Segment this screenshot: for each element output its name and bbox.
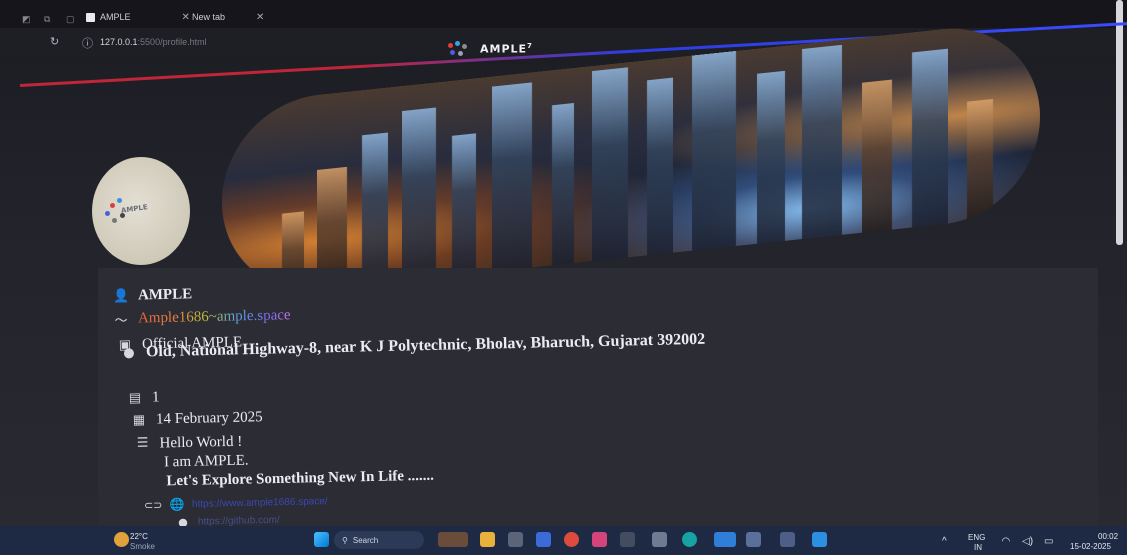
location-pin-icon: ● [123, 345, 135, 361]
tab-ample[interactable]: AMPLE ✕ [86, 8, 190, 26]
calendar-icon: ▦ [132, 412, 146, 428]
url-path: :5500/profile.html [137, 37, 207, 47]
screen: ◩ ⧉ ▢ AMPLE ✕ New tab ✕ ↻ ⓘ 127.0.0.1:55… [0, 0, 1127, 555]
chrome-icon[interactable] [564, 532, 579, 547]
profile-bio-row: ☰ Hello World ! I am AMPLE. Let's Explor… [133, 430, 435, 491]
language-code[interactable]: ENG [968, 533, 985, 542]
website-link[interactable]: https://www.ample1686.space/ [192, 496, 328, 510]
profile-count: 1 [151, 389, 160, 406]
url-host: 127.0.0.1 [100, 37, 138, 47]
profile-name-row: 👤 AMPLE [112, 286, 193, 305]
reload-icon[interactable]: ↻ [50, 35, 59, 48]
text-lines-icon: ☰ [136, 435, 149, 451]
profile-bio: Hello World ! I am AMPLE. Let's Explore … [159, 430, 434, 491]
tab-label: New tab [192, 12, 226, 22]
taskbar-search[interactable]: ⚲ Search [334, 531, 424, 549]
favicon-icon [86, 12, 95, 22]
vscode-icon[interactable] [812, 532, 827, 547]
wave-icon: 〜 [114, 313, 128, 329]
profile-avatar[interactable]: AMPLE [92, 157, 190, 265]
tab-actions-icon[interactable]: ⧉ [44, 14, 50, 25]
os-taskbar: 22°C Smoke ⚲ Search ^ ENG IN ◜◝ ◁) ▭ 00:… [0, 526, 1127, 555]
site-info-icon[interactable]: ⓘ [82, 35, 93, 51]
profile-date: 14 February 2025 [155, 409, 263, 428]
brand-name: AMPLE7 [480, 42, 533, 56]
teams-icon[interactable] [714, 532, 736, 547]
profile-handle-row: 〜 Ample1686~ample.space [112, 306, 291, 329]
tab-new[interactable]: New tab ✕ [192, 8, 264, 26]
wifi-icon[interactable]: ◜◝ [1002, 536, 1010, 547]
battery-icon[interactable]: ▭ [1044, 536, 1053, 547]
tray-chevron-icon[interactable]: ^ [942, 536, 947, 547]
profile-date-row: ▦ 14 February 2025 [130, 409, 263, 429]
weather-icon[interactable] [114, 532, 129, 547]
link-icon: ⊂⊃ [143, 498, 163, 512]
start-icon[interactable] [314, 532, 329, 547]
volume-icon[interactable]: ◁) [1022, 536, 1033, 547]
profile-name: AMPLE [137, 286, 193, 304]
avatar-logo-text: AMPLE [120, 203, 149, 215]
stats-icon: ▤ [128, 390, 142, 406]
globe-icon: 🌐 [169, 497, 185, 512]
page-scrollbar[interactable] [1116, 0, 1123, 245]
edge-icon[interactable] [682, 532, 697, 547]
window-menu-icon[interactable]: ◩ [22, 14, 31, 25]
file-explorer-icon[interactable] [480, 532, 495, 547]
mail-icon[interactable] [536, 532, 551, 547]
collections-icon[interactable]: ▢ [66, 14, 75, 25]
store-icon[interactable] [508, 532, 523, 547]
app-icon[interactable] [652, 532, 667, 547]
weather-temp: 22°C [130, 532, 148, 541]
close-tab-icon[interactable]: ✕ [182, 12, 190, 23]
profile-count-row: ▤ 1 [126, 389, 160, 407]
widgets-icon[interactable] [438, 532, 468, 547]
tab-label: AMPLE [100, 12, 131, 22]
terminal-icon[interactable] [620, 532, 635, 547]
clock-time[interactable]: 00:02 [1098, 532, 1118, 541]
url-field[interactable]: 127.0.0.1:5500/profile.html [100, 37, 207, 47]
user-icon: 👤 [112, 288, 130, 304]
app-icon[interactable] [592, 532, 607, 547]
search-icon: ⚲ [342, 535, 348, 545]
profile-handle: Ample1686~ample.space [137, 307, 291, 327]
close-tab-icon[interactable]: ✕ [256, 12, 264, 23]
cover-banner-image [222, 19, 1040, 300]
weather-condition: Smoke [130, 542, 155, 551]
app-icon[interactable] [780, 532, 795, 547]
language-region: IN [974, 543, 982, 552]
browser-tabbar: ◩ ⧉ ▢ AMPLE ✕ New tab ✕ [0, 0, 1127, 28]
brand-logo-icon [446, 40, 474, 58]
search-label: Search [352, 535, 379, 545]
photos-icon[interactable] [746, 532, 761, 547]
clock-date[interactable]: 15-02-2025 [1070, 542, 1111, 551]
